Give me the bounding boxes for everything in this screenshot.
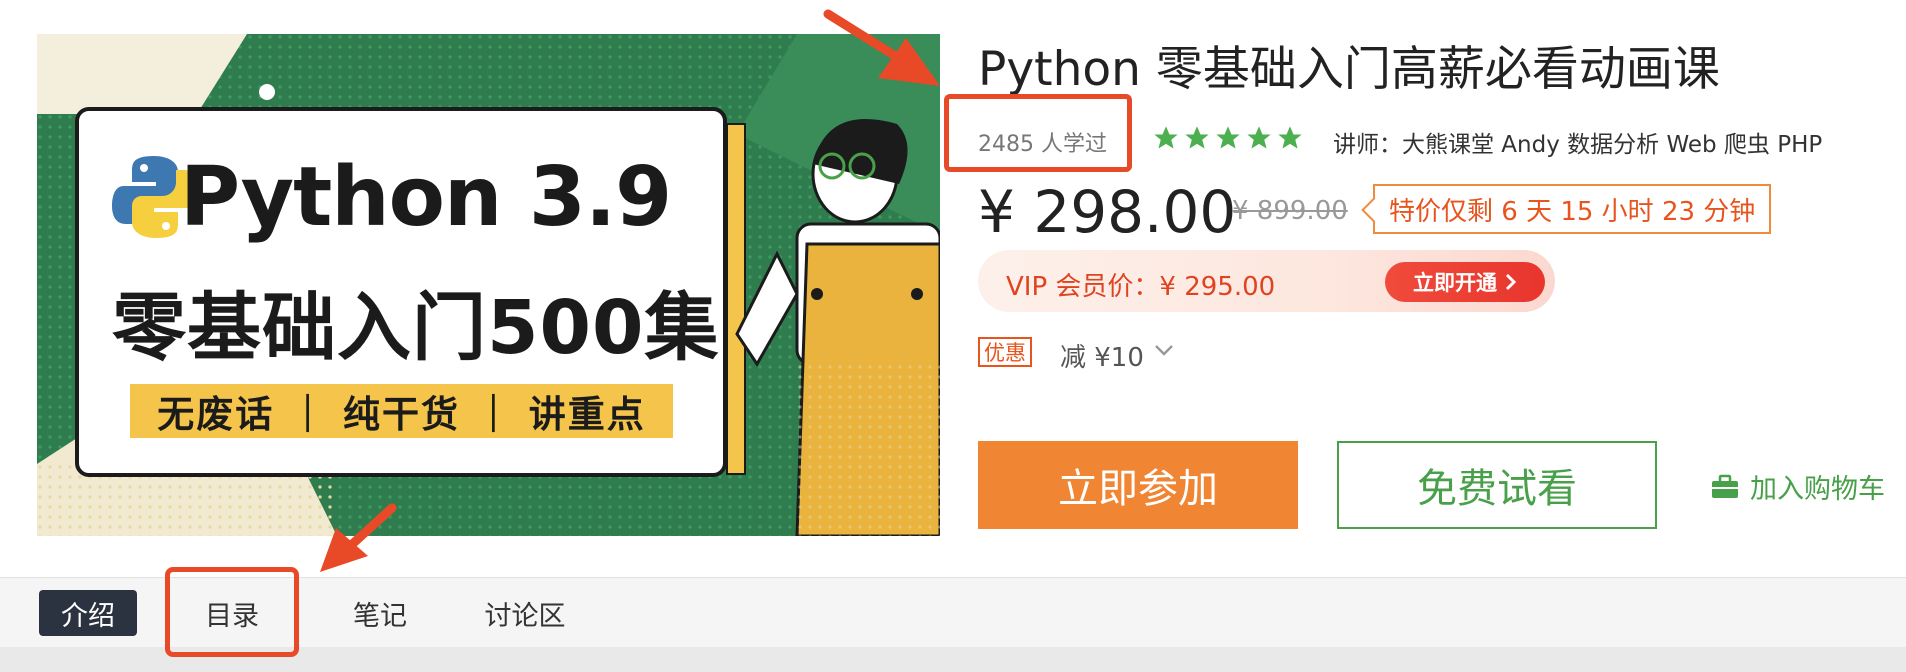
star-icon: [1247, 126, 1271, 149]
tab-notes[interactable]: 笔记: [330, 590, 430, 636]
add-to-cart-label: 加入购物车: [1750, 474, 1885, 505]
learner-count: 2485 人学过: [978, 132, 1107, 157]
coupon-discount[interactable]: 减 ¥10: [1060, 337, 1144, 374]
countdown-text: 特价仅剩 6 天 15 小时 23 分钟: [1389, 196, 1756, 227]
star-icon: [1278, 126, 1302, 149]
free-trial-button[interactable]: 免费试看: [1337, 441, 1657, 529]
vip-price: VIP 会员价：¥ 295.00: [1006, 272, 1276, 302]
cover-chinese-title: 零基础入门500集: [112, 285, 720, 371]
star-icon: [1154, 126, 1178, 149]
add-to-cart-link[interactable]: 加入购物车: [1710, 467, 1885, 506]
original-price: ¥ 899.00: [1232, 196, 1348, 226]
vip-activate-button[interactable]: 立即开通: [1385, 262, 1545, 302]
current-price: ¥ 298.00: [978, 178, 1237, 246]
tab-discussion[interactable]: 讨论区: [465, 590, 585, 636]
rating-stars: [1152, 124, 1304, 152]
chevron-down-icon[interactable]: [1153, 342, 1175, 358]
star-icon: [1216, 126, 1240, 149]
lecturer-info[interactable]: 讲师：大熊课堂 Andy 数据分析 Web 爬虫 PHP: [1333, 125, 1822, 159]
annotation-highlight-box: [165, 567, 299, 657]
cover-tagline: 无废话 ｜ 纯干货 ｜ 讲重点: [130, 384, 673, 438]
cart-icon: [1712, 474, 1738, 498]
vip-activate-label: 立即开通: [1413, 271, 1497, 295]
join-course-button[interactable]: 立即参加: [978, 441, 1298, 529]
sale-countdown-badge: 特价仅剩 6 天 15 小时 23 分钟: [1373, 184, 1772, 234]
star-icon: [1185, 126, 1209, 149]
chevron-right-icon: [1505, 273, 1517, 291]
coupon-tag: 优惠: [978, 337, 1032, 367]
tab-intro[interactable]: 介绍: [39, 590, 137, 636]
cover-python-title: Python 3.9: [180, 150, 672, 245]
course-title: Python 零基础入门高薪必看动画课: [978, 42, 1720, 97]
